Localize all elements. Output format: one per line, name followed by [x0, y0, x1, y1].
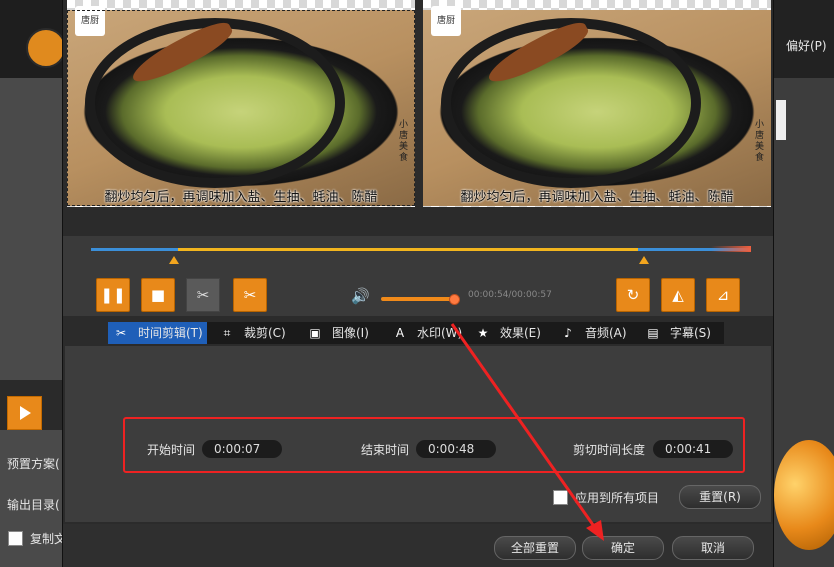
arrow-head [586, 520, 604, 541]
arrow-line [450, 323, 600, 533]
annotation-arrow [450, 323, 604, 541]
